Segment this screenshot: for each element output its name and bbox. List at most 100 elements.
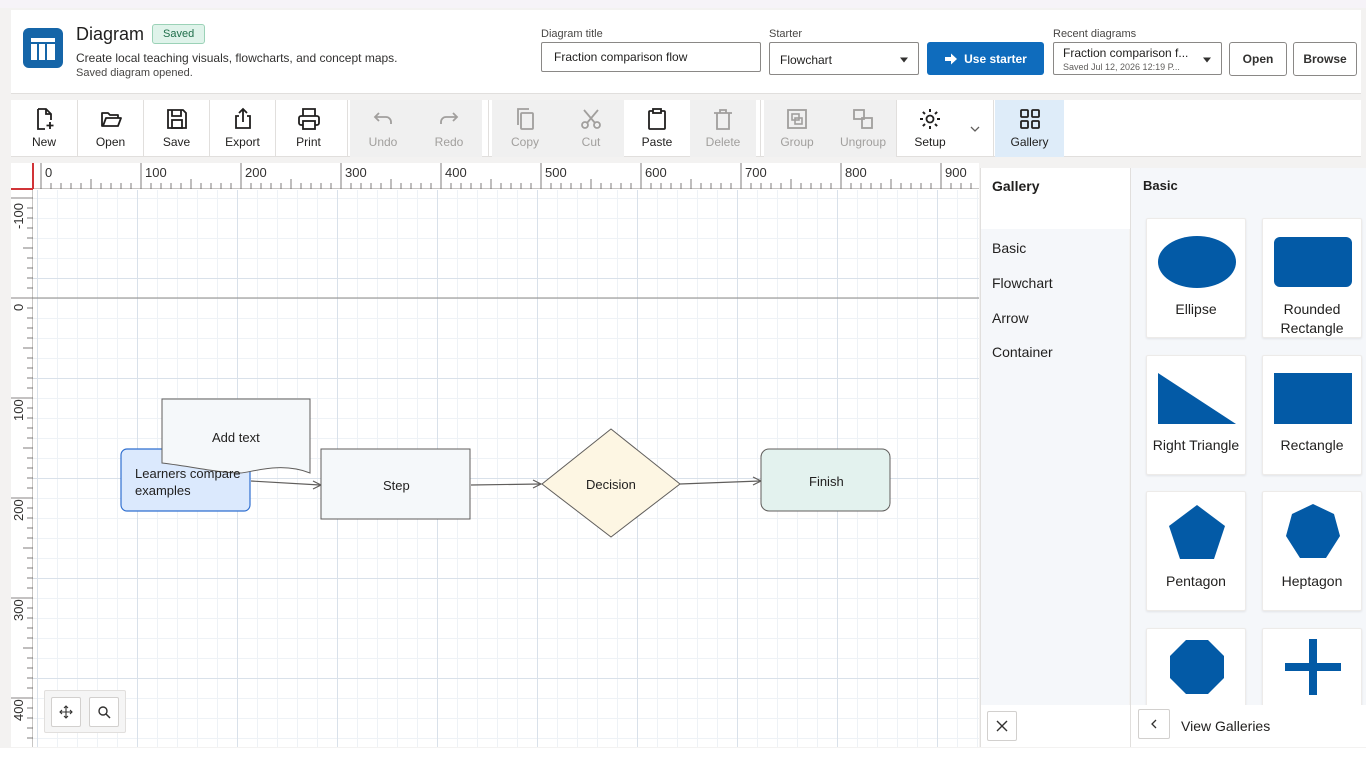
- zoom-button[interactable]: [89, 697, 119, 727]
- top-strip: [0, 0, 1366, 8]
- scissors-icon: [581, 109, 601, 129]
- setup-chevron-icon[interactable]: [969, 122, 981, 134]
- copy-label: Copy: [510, 135, 539, 149]
- diagram-title-label: Diagram title: [541, 28, 603, 40]
- gallery-button[interactable]: Gallery: [995, 100, 1064, 157]
- delete-button[interactable]: Delete: [690, 100, 756, 157]
- recent-diagrams-label: Recent diagrams: [1053, 28, 1137, 40]
- shape-label: Heptagon: [1281, 573, 1343, 589]
- redo-label: Redo: [434, 135, 464, 149]
- shape-tile-heptagon[interactable]: Heptagon: [1262, 491, 1362, 611]
- shape-tile-ellipse[interactable]: Ellipse: [1146, 218, 1246, 338]
- arrow-right-icon: [945, 53, 958, 64]
- gallery-shapes-panel: Basic Ellipse Rounded Rectangle Right Tr…: [1130, 168, 1366, 747]
- open-button[interactable]: Open: [1229, 42, 1287, 76]
- note-label: Add text: [212, 430, 260, 445]
- canvas-tools: [44, 690, 126, 733]
- status-text: Saved diagram opened.: [76, 67, 193, 79]
- redo-button[interactable]: Redo: [416, 100, 482, 157]
- step-label: Step: [383, 478, 410, 493]
- gallery-category-flowchart[interactable]: Flowchart: [992, 275, 1053, 291]
- new-button[interactable]: New: [11, 100, 77, 157]
- paste-button[interactable]: Paste: [624, 100, 690, 157]
- new-label: New: [31, 135, 56, 149]
- shape-label: Rounded Rectangle: [1280, 301, 1344, 336]
- shape-tile-rectangle[interactable]: Rectangle: [1262, 355, 1362, 475]
- cut-button[interactable]: Cut: [558, 100, 624, 157]
- gear-icon: [920, 109, 940, 129]
- save-button[interactable]: Save: [144, 100, 209, 157]
- printer-icon: [297, 108, 320, 130]
- view-galleries-link[interactable]: View Galleries: [1181, 718, 1270, 734]
- pan-button[interactable]: [51, 697, 81, 727]
- grid-icon: [1019, 109, 1040, 129]
- shape-tile-rounded-rectangle[interactable]: Rounded Rectangle: [1262, 218, 1362, 338]
- diagram-app-icon: [23, 28, 63, 68]
- undo-icon: [373, 112, 392, 124]
- trash-icon: [714, 109, 732, 130]
- folder-open-icon: [100, 112, 122, 127]
- print-button[interactable]: Print: [276, 100, 341, 157]
- undo-button[interactable]: Undo: [350, 100, 416, 157]
- shape-label: Pentagon: [1166, 573, 1226, 589]
- gallery-title: Gallery: [992, 178, 1040, 194]
- recent-diagrams-select[interactable]: Fraction comparison f... Saved Jul 12, 2…: [1053, 42, 1222, 75]
- starter-value: Flowchart: [780, 53, 833, 67]
- app-name: Diagram: [76, 24, 145, 44]
- group-icon: [787, 109, 807, 129]
- header: Diagram Saved Create local teaching visu…: [11, 10, 1361, 94]
- recent-title: Fraction comparison f...: [1063, 46, 1189, 60]
- decision-label: Decision: [586, 477, 636, 492]
- paste-label: Paste: [641, 135, 673, 149]
- app-description: Create local teaching visuals, flowchart…: [76, 51, 398, 65]
- browse-button[interactable]: Browse: [1293, 42, 1357, 76]
- chevron-down-icon: [1203, 57, 1211, 62]
- save-label: Save: [162, 135, 191, 149]
- close-icon: [996, 720, 1008, 732]
- rectangle-icon: [1274, 373, 1352, 424]
- ungroup-icon: [853, 109, 873, 129]
- chevron-left-icon: [1151, 719, 1157, 729]
- open-toolbar-label: Open: [95, 135, 126, 149]
- use-starter-label: Use starter: [964, 51, 1027, 66]
- starter-select[interactable]: Flowchart: [769, 42, 919, 75]
- setup-label: Setup: [914, 135, 946, 149]
- group-button[interactable]: Group: [764, 100, 830, 157]
- undo-label: Undo: [368, 135, 398, 149]
- right-triangle-icon: [1158, 373, 1236, 424]
- clipboard-icon: [648, 108, 666, 130]
- open-toolbar-button[interactable]: Open: [78, 100, 143, 157]
- export-icon: [234, 107, 251, 129]
- pentagon-icon: [1169, 505, 1225, 559]
- move-icon: [59, 705, 73, 719]
- status-bar: [0, 748, 1366, 768]
- gallery-label: Gallery: [1010, 135, 1049, 149]
- gallery-panel: Gallery Basic Flowchart Arrow Container: [980, 168, 1130, 747]
- app-window: Diagram Saved Create local teaching visu…: [0, 0, 1366, 768]
- connector-arrow: [250, 480, 321, 486]
- ungroup-button[interactable]: Ungroup: [830, 100, 896, 157]
- setup-button[interactable]: Setup: [897, 100, 963, 157]
- gallery-category-container[interactable]: Container: [992, 344, 1053, 360]
- gallery-category-basic[interactable]: Basic: [992, 240, 1026, 256]
- diagram-title-input[interactable]: [541, 42, 761, 72]
- toolbar: New Open Save Export Print Undo Redo Cop…: [11, 100, 1361, 157]
- connector-arrow: [470, 483, 541, 486]
- use-starter-button[interactable]: Use starter: [927, 42, 1044, 75]
- back-button[interactable]: [1138, 709, 1170, 739]
- diagram-canvas[interactable]: 0 100 200 300 400 500 600 700 800 900 -1…: [11, 163, 979, 747]
- export-button[interactable]: Export: [210, 100, 275, 157]
- cut-label: Cut: [581, 135, 601, 149]
- close-gallery-button[interactable]: [987, 711, 1017, 741]
- new-file-icon: [37, 108, 54, 130]
- search-icon: [98, 706, 111, 719]
- recent-subtitle: Saved Jul 12, 2026 12:19 P...: [1063, 62, 1180, 72]
- chevron-down-icon: [900, 57, 908, 62]
- shape-label: Right Triangle: [1152, 437, 1240, 453]
- shape-tile-pentagon[interactable]: Pentagon: [1146, 491, 1246, 611]
- copy-icon: [517, 108, 534, 130]
- copy-button[interactable]: Copy: [492, 100, 558, 157]
- gallery-section-title: Basic: [1143, 178, 1178, 193]
- gallery-category-arrow[interactable]: Arrow: [992, 310, 1029, 326]
- shape-tile-right-triangle[interactable]: Right Triangle: [1146, 355, 1246, 475]
